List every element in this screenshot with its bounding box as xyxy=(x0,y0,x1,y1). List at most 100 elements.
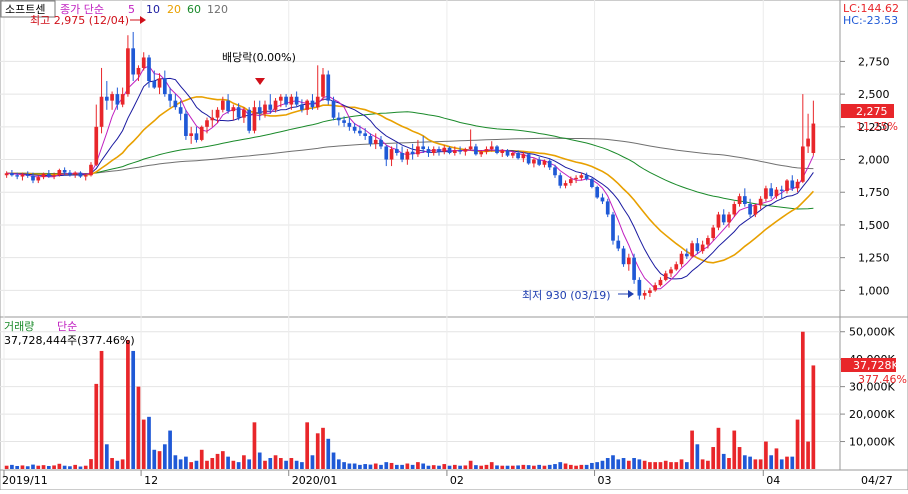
candle-body xyxy=(758,198,763,206)
volume-bar xyxy=(147,416,151,469)
candle-body xyxy=(199,126,204,140)
volume-bar xyxy=(162,444,167,469)
candle-body xyxy=(605,201,610,215)
candle-body xyxy=(431,149,436,153)
volume-bar xyxy=(315,433,320,469)
candle-body xyxy=(542,160,547,165)
current-price-pct: 11.25% xyxy=(856,120,898,133)
volume-bar xyxy=(695,444,700,469)
candle-body xyxy=(510,152,515,156)
candle-body xyxy=(315,96,320,108)
candle-body xyxy=(537,159,542,165)
price-tick-label: 2,000 xyxy=(858,154,890,167)
volume-bar xyxy=(110,458,114,469)
volume-bar xyxy=(711,447,716,469)
candle-body xyxy=(342,120,346,123)
price-tick-label: 2,500 xyxy=(858,88,890,101)
candle-body xyxy=(526,154,531,164)
candle-body xyxy=(764,188,768,199)
candle-body xyxy=(632,257,636,280)
volume-bar xyxy=(806,441,810,469)
candle-body xyxy=(405,151,410,160)
candle-body xyxy=(637,279,642,296)
candle-body xyxy=(168,94,172,101)
volume-bar xyxy=(231,460,236,469)
candle-body xyxy=(416,146,420,155)
price-tick-label: 1,250 xyxy=(858,252,890,265)
volume-bar xyxy=(790,456,795,469)
date-tick-label: 03 xyxy=(598,474,612,487)
candle-body xyxy=(532,159,536,164)
candle-body xyxy=(358,130,362,134)
volume-bar xyxy=(284,460,288,469)
candle-body xyxy=(663,273,668,280)
low-annotation: 최저 930 (03/19) xyxy=(522,289,611,302)
ma60-label: 60 xyxy=(187,3,201,16)
candle-body xyxy=(10,173,14,176)
volume-bar xyxy=(679,459,684,469)
volume-bar xyxy=(742,455,747,469)
candle-body xyxy=(189,133,194,136)
candle-body xyxy=(558,175,563,186)
date-tick-label: 04/27 xyxy=(861,474,893,487)
candle-body xyxy=(579,175,584,178)
volume-bar xyxy=(663,460,668,469)
candle-body xyxy=(806,138,810,147)
candle-body xyxy=(389,149,394,160)
candle-body xyxy=(99,96,104,127)
volume-bar xyxy=(4,465,9,469)
candle-body xyxy=(136,67,141,75)
ma5-label: 5 xyxy=(128,3,135,16)
volume-bar xyxy=(547,464,552,469)
volume-bar xyxy=(400,464,404,469)
volume-bar xyxy=(194,460,199,469)
volume-bar xyxy=(616,459,621,469)
volume-bar xyxy=(642,460,647,469)
candle-body xyxy=(653,285,658,291)
candle-body xyxy=(157,78,162,88)
volume-bar xyxy=(753,459,758,469)
candle-body xyxy=(584,175,589,180)
candle-body xyxy=(753,205,758,215)
candle-body xyxy=(727,214,731,223)
candle-body xyxy=(184,113,188,136)
volume-bar xyxy=(558,462,563,469)
volume-bar xyxy=(484,464,489,469)
price-tick-label: 1,000 xyxy=(858,284,890,297)
volume-bar xyxy=(669,462,673,469)
candle-body xyxy=(737,196,742,205)
volume-bar xyxy=(479,465,484,469)
volume-label2: 단순 xyxy=(57,320,77,333)
chart-canvas[interactable]: 2,7502,5002,2502,0001,7501,5001,2501,000… xyxy=(0,0,908,491)
candle-body xyxy=(410,151,415,155)
current-volume-pct: 377.46% xyxy=(858,373,907,386)
volume-bar xyxy=(78,466,83,469)
volume-bar xyxy=(526,465,531,469)
candle-body xyxy=(547,160,552,168)
volume-bar xyxy=(46,465,51,469)
candle-body xyxy=(458,150,462,152)
candle-body xyxy=(384,146,389,160)
date-tick-label: 2019/11 xyxy=(2,474,48,487)
volume-bar xyxy=(579,464,584,469)
volume-bar xyxy=(136,386,141,469)
volume-bar xyxy=(648,462,652,469)
volume-bar xyxy=(331,452,336,469)
volume-bar xyxy=(352,463,357,469)
candle-body xyxy=(110,94,114,101)
volume-bar xyxy=(732,430,737,469)
volume-bar xyxy=(605,458,610,469)
volume-bar xyxy=(521,464,526,469)
candle-body xyxy=(516,152,520,159)
candle-body xyxy=(368,135,373,144)
candle-body xyxy=(83,175,88,177)
volume-bar xyxy=(25,466,30,469)
candle-body xyxy=(421,146,426,150)
candle-body xyxy=(294,96,299,105)
candle-body xyxy=(226,100,230,112)
price-panel[interactable] xyxy=(0,0,841,318)
candle-body xyxy=(742,196,747,205)
volume-bar xyxy=(590,462,594,469)
candle-body xyxy=(474,146,478,155)
candle-body xyxy=(321,74,325,97)
